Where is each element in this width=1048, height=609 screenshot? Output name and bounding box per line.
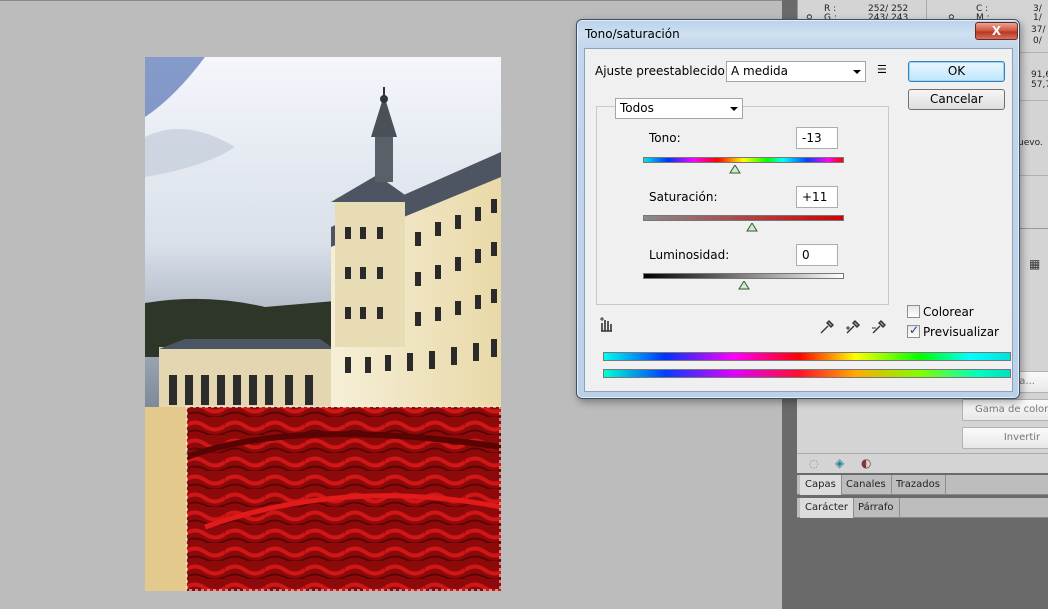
saturation-slider-track[interactable] [643, 215, 844, 221]
lightness-slider-track[interactable] [643, 273, 844, 279]
tab-caracter[interactable]: Carácter [800, 498, 855, 518]
info-width-value: 91,6 [1031, 70, 1048, 80]
preset-value: A medida [731, 64, 789, 78]
ok-button[interactable]: OK [908, 61, 1005, 82]
visibility-toggle-icon[interactable]: ◐ [861, 456, 871, 470]
preview-checkbox[interactable] [907, 323, 920, 338]
layers-panel-tabs: Capas Canales Trazados [797, 475, 1048, 495]
output-color-bar [603, 369, 1011, 378]
panel-separator [797, 453, 1048, 454]
cancel-button[interactable]: Cancelar [908, 89, 1005, 110]
eye-link-icon[interactable]: ◈ [835, 456, 844, 470]
close-icon: X [991, 24, 1002, 38]
hand-adjust-icon[interactable] [599, 317, 615, 336]
color-range-button[interactable]: Gama de colores... [962, 399, 1048, 421]
info-height-value: 57,7 [1031, 80, 1048, 90]
document-canvas-image[interactable] [145, 57, 501, 591]
tab-parrafo[interactable]: Párrafo [853, 498, 900, 518]
preset-select[interactable]: A medida [726, 61, 866, 82]
info-y-value: 37/ [1031, 25, 1046, 35]
hue-input[interactable]: -13 [796, 127, 838, 149]
eyedropper-plus-icon[interactable] [845, 319, 861, 338]
eyedropper-minus-icon[interactable] [871, 319, 887, 338]
lightness-input[interactable]: 0 [796, 244, 838, 266]
colorize-label: Colorear [923, 305, 974, 319]
hue-label: Tono: [649, 131, 681, 145]
lightness-label: Luminosidad: [649, 248, 730, 262]
hue-slider-track[interactable] [643, 157, 844, 163]
dialog-title: Tono/saturación [585, 27, 680, 41]
close-button[interactable]: X [975, 22, 1018, 40]
invert-button[interactable]: Invertir [962, 427, 1048, 449]
hue-saturation-dialog: Tono/saturación X Ajuste preestablecido:… [576, 19, 1020, 399]
dashed-circle-icon[interactable]: ◌ [809, 457, 819, 470]
colorize-checkbox[interactable] [907, 305, 920, 318]
saturation-input[interactable]: +11 [796, 186, 838, 208]
panel-options-icon[interactable]: ▦ [1029, 257, 1040, 271]
tab-trazados[interactable]: Trazados [891, 475, 946, 495]
preset-menu-icon[interactable]: ☰ [877, 63, 887, 76]
dialog-body: Ajuste preestablecido: A medida ☰ OK Can… [584, 48, 1013, 392]
info-note: uevo. [1018, 138, 1043, 148]
chevron-down-icon [853, 70, 861, 74]
chevron-down-icon [730, 107, 738, 111]
preview-label: Previsualizar [923, 325, 999, 339]
channel-select[interactable]: Todos [615, 98, 743, 119]
workspace-top-border [0, 0, 782, 1]
eyedropper-icon[interactable] [819, 319, 835, 338]
preset-label: Ajuste preestablecido: [595, 64, 729, 78]
info-m-value: 1/ [1033, 13, 1042, 23]
palace-photo [145, 57, 501, 591]
character-panel-tabs: Carácter Párrafo [797, 498, 1048, 518]
tab-capas[interactable]: Capas [800, 475, 842, 495]
saturation-label: Saturación: [649, 190, 718, 204]
tab-canales[interactable]: Canales [841, 475, 892, 495]
input-color-bar [603, 352, 1011, 361]
info-k-value: 0/ [1033, 36, 1042, 46]
channel-value: Todos [620, 101, 654, 115]
